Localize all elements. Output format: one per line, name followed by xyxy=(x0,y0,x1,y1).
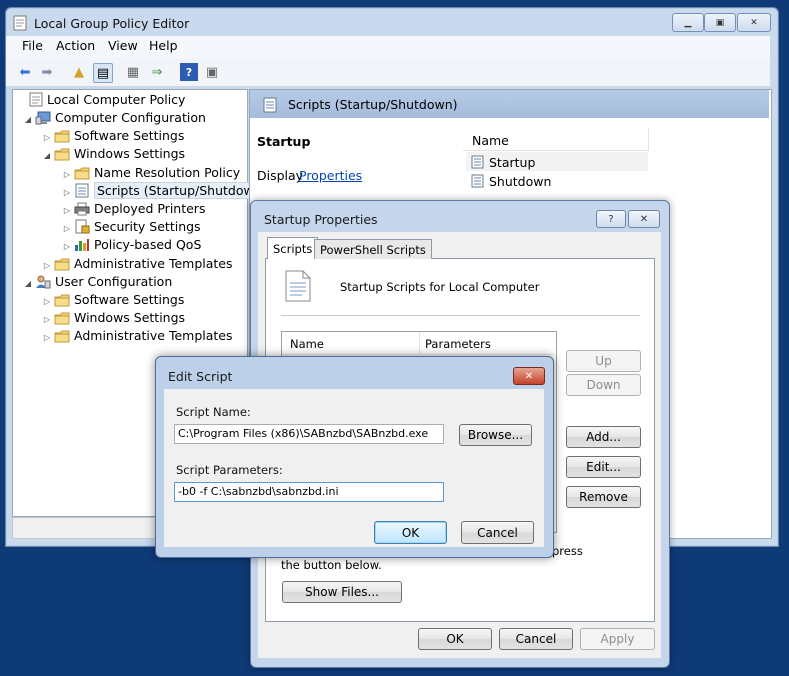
tree-item[interactable]: ▷ Name Resolution Policy xyxy=(62,164,240,182)
menu-view[interactable]: View xyxy=(106,38,140,53)
startup-close-button[interactable]: ✕ xyxy=(628,210,660,228)
tree-item[interactable]: ▷ Windows Settings xyxy=(42,309,185,327)
folder-icon xyxy=(54,330,70,348)
edit-button[interactable]: Edit... xyxy=(566,456,641,478)
tree-item-label: Security Settings xyxy=(94,219,201,234)
expand-arrow-icon[interactable]: ▷ xyxy=(42,329,52,347)
tree-item-label: Policy-based QoS xyxy=(94,237,202,252)
edit-script-title: Edit Script xyxy=(168,369,233,384)
tree-item-label: Administrative Templates xyxy=(74,256,233,271)
tree-item[interactable]: Local Computer Policy xyxy=(17,91,185,109)
tab-scripts[interactable]: Scripts xyxy=(267,237,319,259)
tree-item[interactable]: ▷ Administrative Templates xyxy=(42,327,233,345)
script-parameters-field[interactable]: -b0 -f C:\sabnzbd\sabnzbd.ini xyxy=(174,482,444,502)
window-title: Local Group Policy Editor xyxy=(34,16,190,31)
column-divider xyxy=(419,332,420,354)
column-name-header[interactable]: Name xyxy=(290,337,324,351)
close-window-button[interactable]: ✕ xyxy=(737,13,771,32)
remove-button[interactable]: Remove xyxy=(566,486,641,508)
down-button[interactable]: Down xyxy=(566,374,641,396)
tree-item-label: Software Settings xyxy=(74,292,185,307)
close-icon: ✕ xyxy=(524,370,534,382)
toolbar xyxy=(6,58,770,87)
script-name-field[interactable]: C:\Program Files (x86)\SABnzbd\SABnzbd.e… xyxy=(174,424,444,444)
tree-item[interactable]: ▷ Deployed Printers xyxy=(62,200,206,218)
menu-action[interactable]: Action xyxy=(54,38,97,53)
collapse-arrow-icon[interactable]: ◢ xyxy=(23,111,33,129)
tree-item-label: Windows Settings xyxy=(74,146,186,161)
tree-item[interactable]: ▷ Policy-based QoS xyxy=(62,236,201,254)
details-title: Scripts (Startup/Shutdown) xyxy=(288,97,458,112)
scripts-heading: Startup Scripts for Local Computer xyxy=(340,280,540,294)
script-icon xyxy=(263,97,277,116)
tree-item[interactable]: ▷ Software Settings xyxy=(42,291,184,309)
tree-item-label: Scripts (Startup/Shutdown) xyxy=(94,182,270,199)
tree-item-label: Administrative Templates xyxy=(74,328,233,343)
startup-ok-button[interactable]: OK xyxy=(418,628,492,650)
policy-editor-icon xyxy=(13,15,27,31)
tree-item-label: Deployed Printers xyxy=(94,201,206,216)
hint-text-tail: press xyxy=(552,544,583,558)
tree-item-label: User Configuration xyxy=(55,274,173,289)
back-icon[interactable]: ⬅ xyxy=(16,63,34,81)
list-item-startup[interactable]: Startup xyxy=(489,155,535,170)
minimize-button[interactable]: ▁ xyxy=(672,13,704,32)
forward-icon[interactable]: ➡ xyxy=(38,63,56,81)
tree-item[interactable]: ▷ Security Settings xyxy=(62,218,201,236)
restore-icon: ▣ xyxy=(715,17,725,28)
tree-item[interactable]: ◢ Computer Configuration xyxy=(23,109,206,127)
properties-icon[interactable]: ⇒ xyxy=(148,63,166,81)
divider xyxy=(281,315,640,316)
collapse-arrow-icon[interactable]: ◢ xyxy=(23,275,33,293)
list-item-shutdown[interactable]: Shutdown xyxy=(489,174,551,189)
close-icon: ✕ xyxy=(750,17,758,28)
maximize-button[interactable]: ▣ xyxy=(704,13,736,32)
tree-item-label: Windows Settings xyxy=(74,310,186,325)
script-icon xyxy=(471,174,484,191)
script-parameters-label: Script Parameters: xyxy=(176,463,283,477)
expand-arrow-icon[interactable]: ▷ xyxy=(62,238,72,256)
tree-item[interactable]: ◢ User Configuration xyxy=(23,273,172,291)
startup-dialog-title: Startup Properties xyxy=(264,212,378,227)
show-files-button[interactable]: Show Files... xyxy=(282,581,402,603)
tree-item[interactable]: ◢ Windows Settings xyxy=(42,145,185,163)
browse-button[interactable]: Browse... xyxy=(459,424,532,446)
script-document-icon xyxy=(285,270,311,305)
help-button[interactable]: ? xyxy=(596,210,626,228)
close-icon: ✕ xyxy=(639,213,649,225)
menu-file[interactable]: File xyxy=(20,38,45,53)
startup-cancel-button[interactable]: Cancel xyxy=(499,628,573,650)
tree-item-label: Computer Configuration xyxy=(55,110,206,125)
help-icon[interactable]: ? xyxy=(180,63,198,81)
add-button[interactable]: Add... xyxy=(566,426,641,448)
tree-item-label: Name Resolution Policy xyxy=(94,165,241,180)
hint-text-line2: the button below. xyxy=(281,558,382,572)
properties-link[interactable]: Properties xyxy=(299,168,362,183)
script-name-label: Script Name: xyxy=(176,405,251,419)
tree-item-label: Software Settings xyxy=(74,128,185,143)
edit-close-button[interactable]: ✕ xyxy=(513,367,545,385)
tree-item-label: Local Computer Policy xyxy=(47,92,186,107)
minimize-icon: ▁ xyxy=(684,17,692,28)
display-prefix: Display xyxy=(257,168,304,183)
tree-item[interactable]: ▷ Scripts (Startup/Shutdown) xyxy=(62,182,270,200)
column-parameters-header[interactable]: Parameters xyxy=(425,337,491,351)
apply-button[interactable]: Apply xyxy=(580,628,655,650)
edit-cancel-button[interactable]: Cancel xyxy=(461,521,534,544)
tab-powershell-scripts[interactable]: PowerShell Scripts xyxy=(314,239,432,259)
tree-item[interactable]: ▷ Software Settings xyxy=(42,127,184,145)
export-list-icon[interactable]: ▦ xyxy=(124,63,142,81)
collapse-arrow-icon[interactable]: ◢ xyxy=(42,147,52,165)
show-hide-tree-icon[interactable]: ▤ xyxy=(93,63,113,83)
script-icon xyxy=(471,155,484,172)
extended-view-icon[interactable]: ▣ xyxy=(203,63,221,81)
name-column-label: Name xyxy=(472,133,509,148)
up-folder-icon[interactable]: ▲ xyxy=(70,63,88,81)
tree-item[interactable]: ▷ Administrative Templates xyxy=(42,255,233,273)
up-button[interactable]: Up xyxy=(566,350,641,372)
edit-ok-button[interactable]: OK xyxy=(374,521,447,544)
section-heading: Startup xyxy=(257,134,311,149)
question-icon: ? xyxy=(608,213,614,225)
menu-help[interactable]: Help xyxy=(147,38,180,53)
